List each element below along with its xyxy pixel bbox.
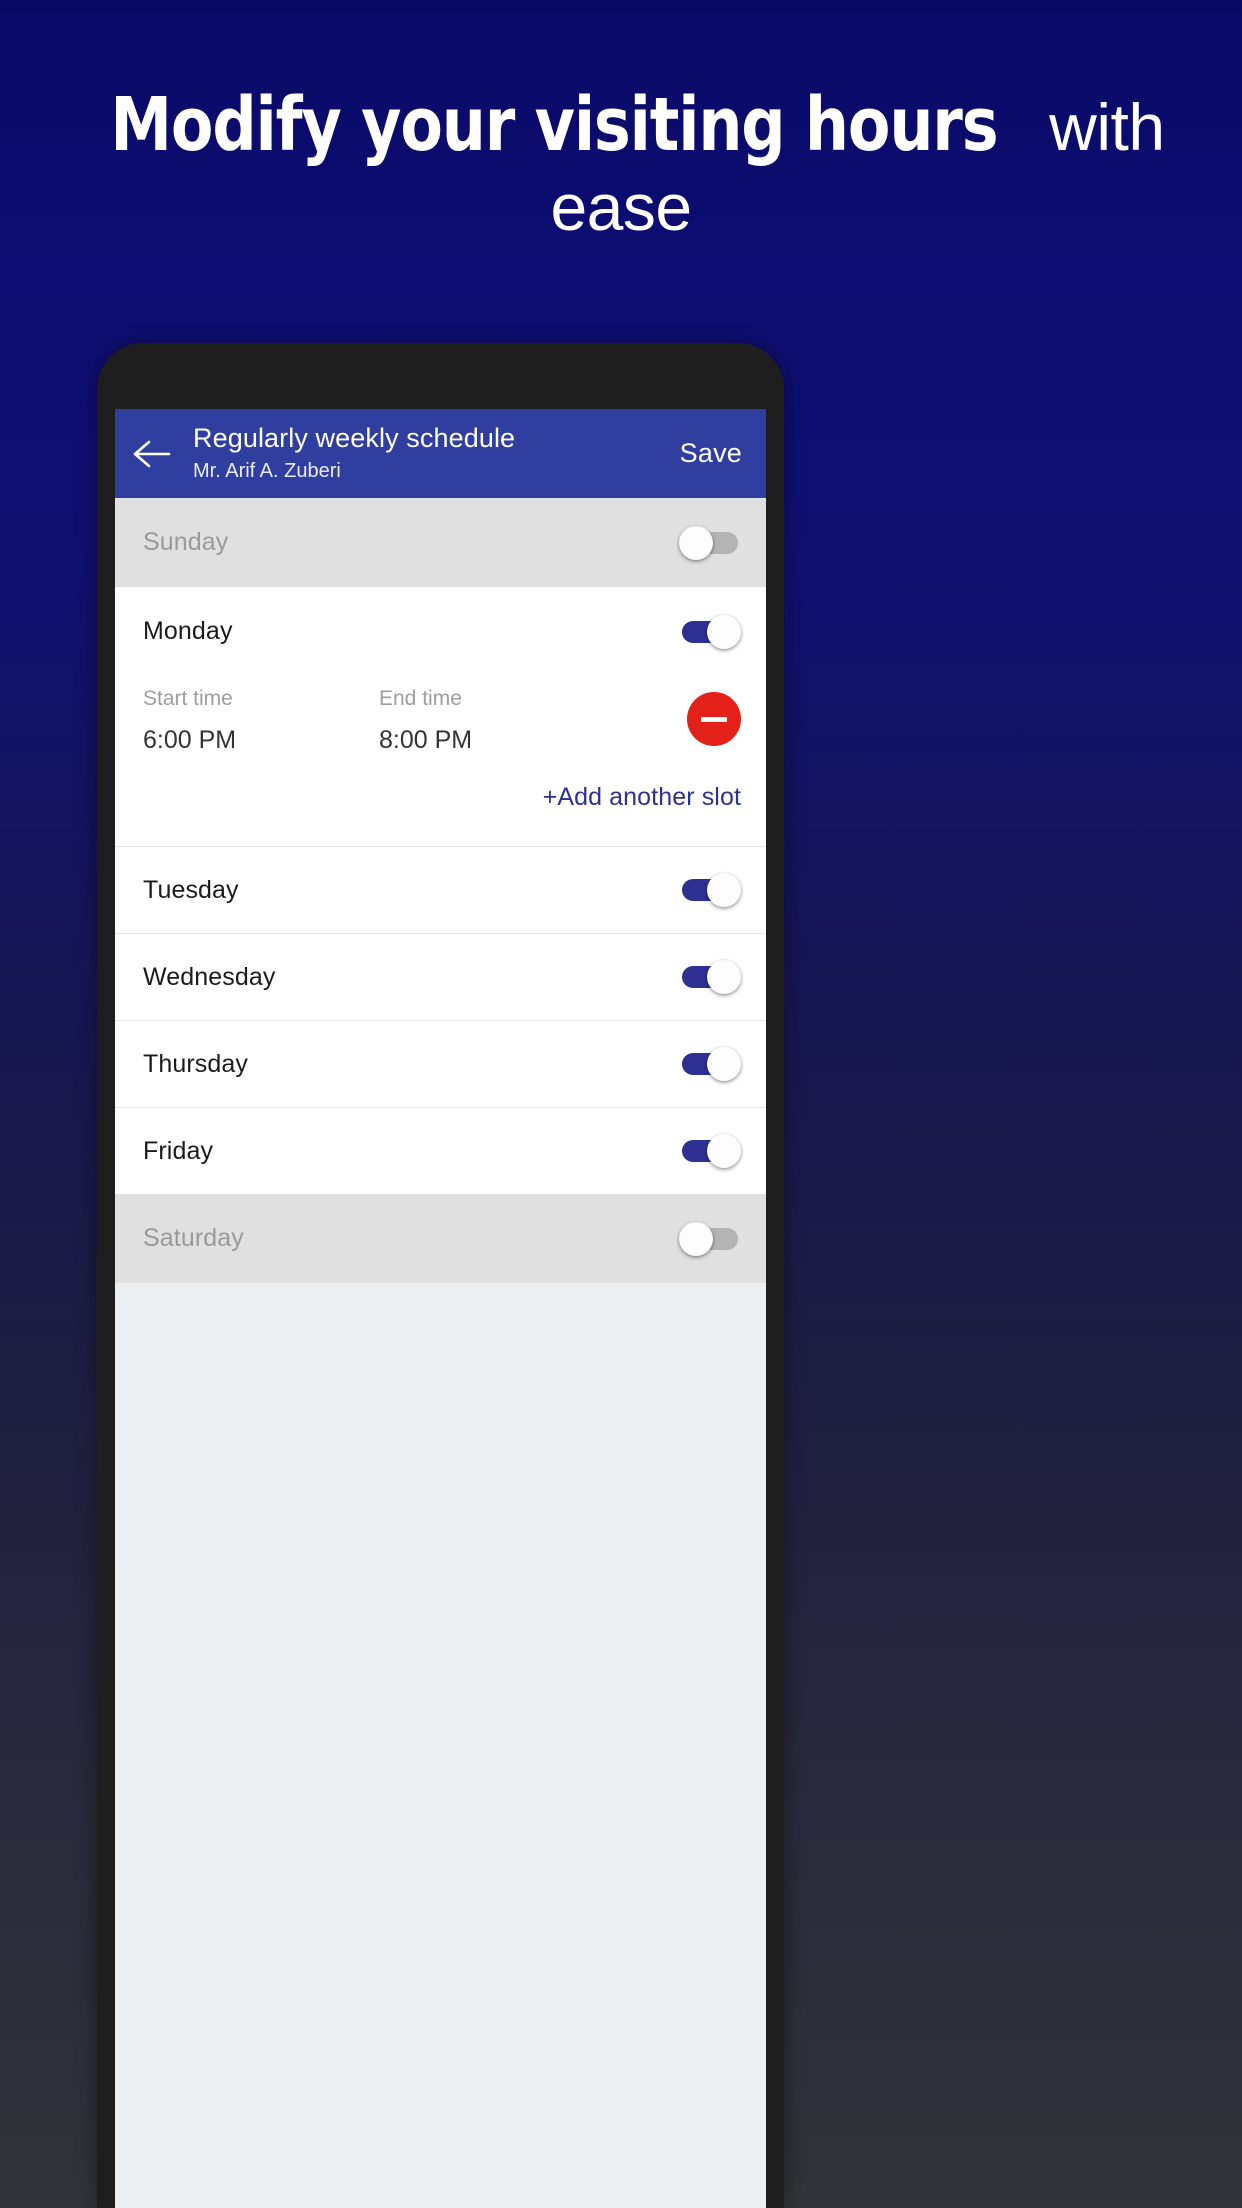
toggle-knob <box>707 1047 741 1082</box>
add-another-slot-link[interactable]: +Add another slot <box>543 783 741 811</box>
day-block-monday: Monday Start time 6:00 PM End time 8:00 … <box>115 587 766 847</box>
day-row-friday[interactable]: Friday <box>115 1108 766 1194</box>
day-block-tuesday: Tuesday <box>115 846 766 934</box>
day-label-friday: Friday <box>143 1136 214 1165</box>
app-bar-titles: Regularly weekly schedule Mr. Arif A. Zu… <box>189 423 666 483</box>
day-block-saturday: Saturday <box>115 1194 766 1284</box>
day-row-saturday[interactable]: Saturday <box>115 1194 766 1283</box>
day-label-saturday: Saturday <box>143 1224 244 1253</box>
toggle-knob <box>707 614 741 649</box>
day-row-wednesday[interactable]: Wednesday <box>115 934 766 1020</box>
start-time-field[interactable]: Start time 6:00 PM <box>143 686 379 755</box>
day-row-monday[interactable]: Monday <box>115 587 766 676</box>
day-block-thursday: Thursday <box>115 1020 766 1108</box>
end-time-field[interactable]: End time 8:00 PM <box>379 686 625 755</box>
day-label-tuesday: Tuesday <box>143 875 239 904</box>
phone-screen: Regularly weekly schedule Mr. Arif A. Zu… <box>115 409 766 2208</box>
day-row-thursday[interactable]: Thursday <box>115 1021 766 1107</box>
add-slot-row: +Add another slot <box>115 755 766 846</box>
weekly-schedule-list: Sunday Monday Start time 6:00 PM End tim… <box>115 498 766 1804</box>
toggle-knob <box>679 525 713 560</box>
end-time-label: End time <box>379 687 462 710</box>
day-toggle-thursday[interactable] <box>679 1047 741 1082</box>
start-time-label: Start time <box>143 687 233 710</box>
toggle-knob <box>707 960 741 995</box>
minus-circle-icon <box>701 716 727 722</box>
day-row-sunday[interactable]: Sunday <box>115 498 766 587</box>
day-toggle-saturday[interactable] <box>679 1221 741 1256</box>
day-block-sunday: Sunday <box>115 498 766 587</box>
remove-slot-button[interactable] <box>687 692 741 746</box>
toggle-knob <box>679 1221 713 1256</box>
day-label-monday: Monday <box>143 617 233 645</box>
start-time-value: 6:00 PM <box>143 726 237 755</box>
day-toggle-friday[interactable] <box>679 1134 741 1169</box>
day-toggle-wednesday[interactable] <box>679 960 741 995</box>
app-bar: Regularly weekly schedule Mr. Arif A. Zu… <box>115 409 766 498</box>
time-slot-row: Start time 6:00 PM End time 8:00 PM <box>143 676 741 755</box>
toggle-knob <box>707 1134 741 1169</box>
arrow-left-icon <box>133 439 171 469</box>
page-title: Regularly weekly schedule <box>193 423 516 454</box>
day-toggle-sunday[interactable] <box>679 525 741 560</box>
back-button[interactable] <box>115 409 189 498</box>
save-button[interactable]: Save <box>666 438 766 469</box>
day-label-wednesday: Wednesday <box>143 962 276 991</box>
promo-headline: Modify your visiting hours with ease <box>0 82 1242 247</box>
day-label-thursday: Thursday <box>143 1049 249 1078</box>
day-toggle-tuesday[interactable] <box>679 873 741 908</box>
day-label-sunday: Sunday <box>143 528 229 556</box>
time-slot-monday: Start time 6:00 PM End time 8:00 PM <box>115 676 766 755</box>
day-toggle-monday[interactable] <box>679 614 741 649</box>
page-subtitle: Mr. Arif A. Zuberi <box>193 459 341 482</box>
headline-strong-text: Modify your visiting hours <box>110 82 999 168</box>
day-block-friday: Friday <box>115 1107 766 1195</box>
list-empty-area <box>115 1283 766 1804</box>
toggle-knob <box>707 873 741 908</box>
day-row-tuesday[interactable]: Tuesday <box>115 847 766 933</box>
end-time-value: 8:00 PM <box>379 726 473 755</box>
day-block-wednesday: Wednesday <box>115 933 766 1021</box>
phone-mockup-frame: Regularly weekly schedule Mr. Arif A. Zu… <box>97 343 784 2208</box>
